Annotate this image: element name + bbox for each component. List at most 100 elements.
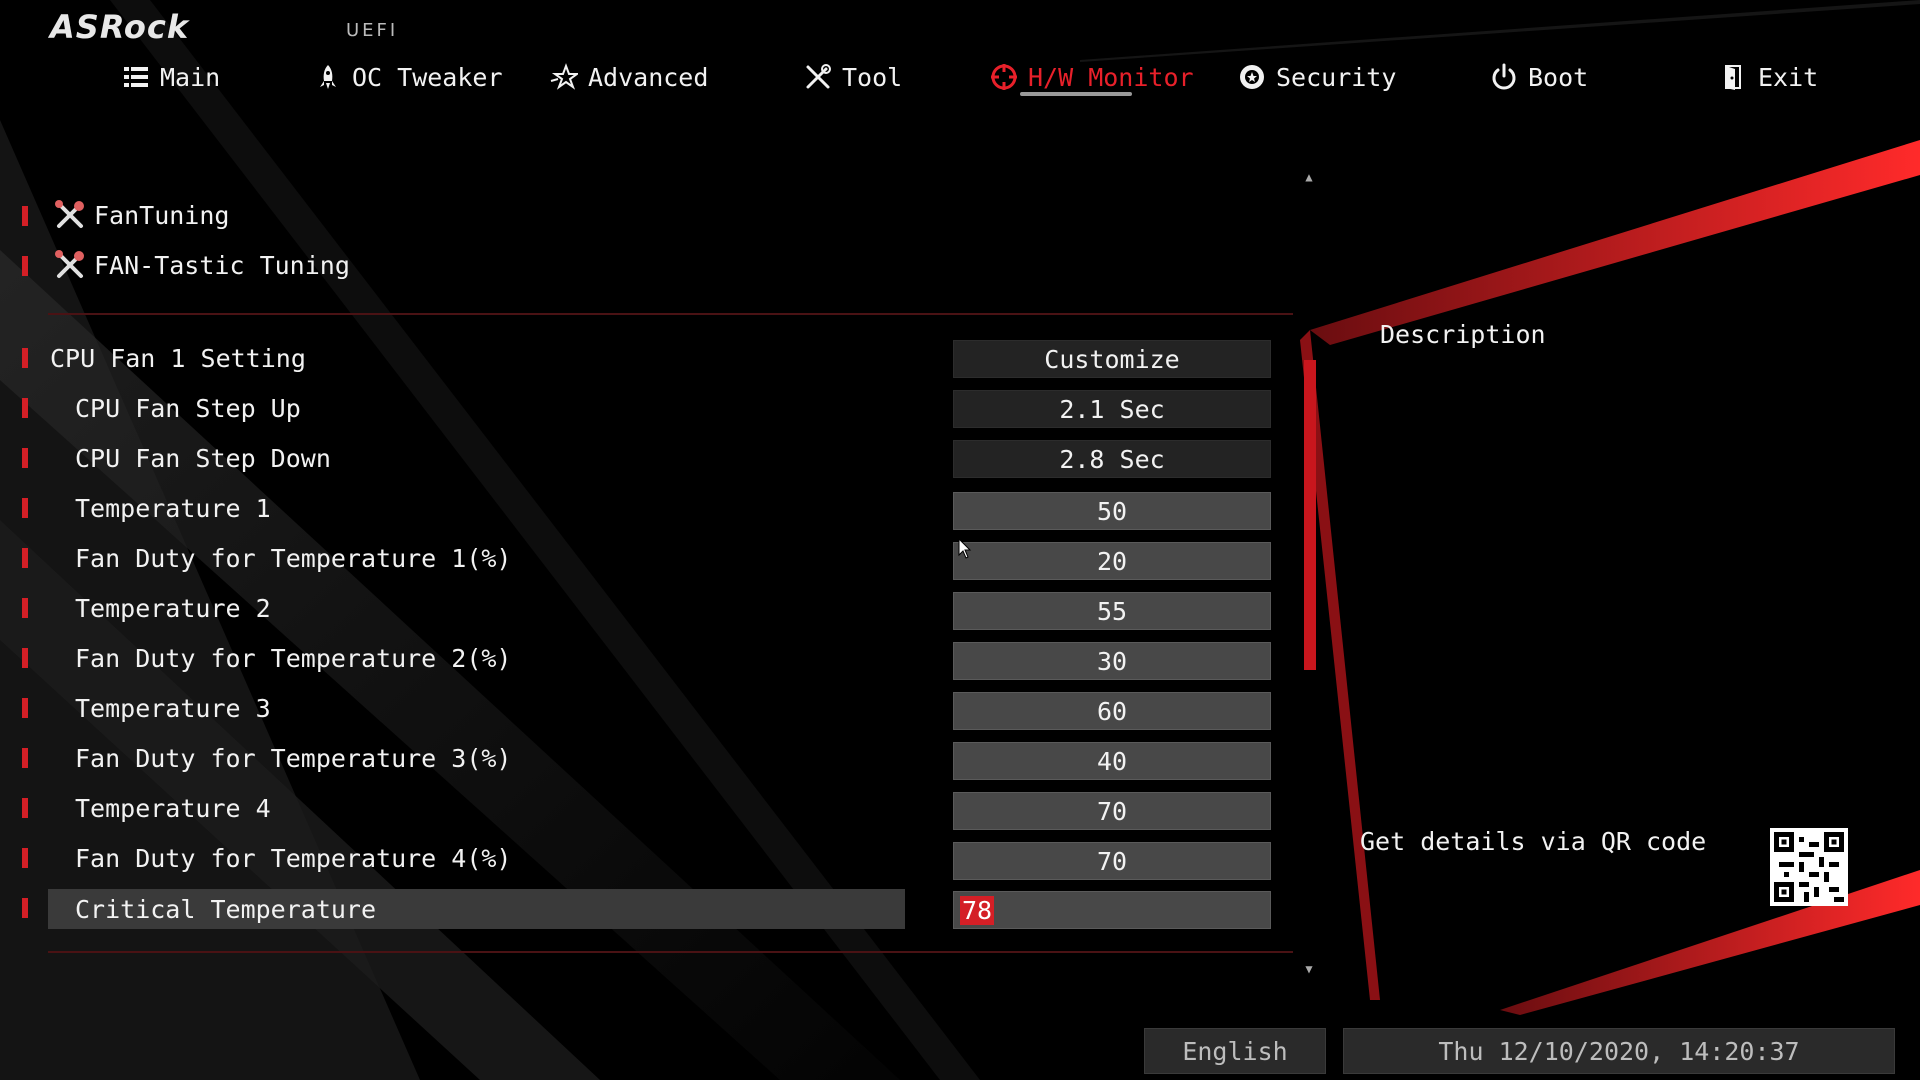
tab-exit[interactable]: Exit — [1720, 57, 1818, 97]
setting-fan-duty-2[interactable]: Fan Duty for Temperature 2(%) — [48, 638, 935, 678]
list-icon — [124, 67, 148, 87]
item-marker — [22, 648, 28, 668]
wrench-cross-icon — [55, 250, 84, 278]
value-temperature-1[interactable]: 50 — [953, 492, 1271, 530]
setting-temperature-4[interactable]: Temperature 4 — [48, 788, 935, 828]
item-marker — [22, 898, 28, 918]
item-marker — [22, 798, 28, 818]
setting-fan-duty-4[interactable]: Fan Duty for Temperature 4(%) — [48, 838, 935, 878]
tab-hw-monitor-label: H/W Monitor — [1028, 62, 1194, 92]
scrollbar-thumb[interactable] — [1304, 360, 1316, 670]
setting-label: CPU Fan 1 Setting — [50, 343, 306, 373]
tab-security[interactable]: Security — [1238, 57, 1396, 97]
submenu-label: FAN-Tastic Tuning — [94, 250, 350, 280]
item-marker — [22, 698, 28, 718]
value-fan-duty-3[interactable]: 40 — [953, 742, 1271, 780]
active-tab-indicator — [1020, 92, 1132, 96]
setting-label: Fan Duty for Temperature 1(%) — [75, 543, 512, 573]
item-marker — [22, 548, 28, 568]
tab-hw-monitor[interactable]: H/W Monitor — [990, 57, 1194, 97]
setting-label: Temperature 3 — [75, 693, 271, 723]
setting-value: 55 — [1096, 596, 1128, 626]
rocket-icon — [320, 65, 336, 89]
editing-value: 78 — [960, 895, 995, 925]
item-marker — [22, 206, 28, 226]
divider — [48, 951, 1293, 953]
value-critical-temperature-input[interactable]: 78 — [953, 891, 1271, 929]
value-temperature-4[interactable]: 70 — [953, 792, 1271, 830]
setting-cpu-fan-1[interactable]: CPU Fan 1 Setting — [48, 338, 910, 378]
item-marker — [22, 448, 28, 468]
value-cpu-fan-step-down[interactable]: 2.8 Sec — [953, 440, 1271, 478]
setting-value: 20 — [1096, 546, 1128, 576]
setting-fan-duty-1[interactable]: Fan Duty for Temperature 1(%) — [48, 538, 935, 578]
submenu-fan-tastic-tuning[interactable]: FAN-Tastic Tuning — [54, 245, 350, 285]
setting-value: 60 — [1096, 696, 1128, 726]
submenu-label: FanTuning — [94, 200, 230, 230]
value-temperature-2[interactable]: 55 — [953, 592, 1271, 630]
tab-tool[interactable]: Tool — [804, 57, 902, 97]
setting-label: Fan Duty for Temperature 4(%) — [75, 843, 512, 873]
qr-details-text: Get details via QR code — [1360, 827, 1707, 856]
setting-value: Customize — [1044, 344, 1180, 374]
item-marker — [22, 398, 28, 418]
setting-label: Critical Temperature — [75, 894, 377, 924]
target-icon — [991, 64, 1017, 90]
datetime-label: Thu 12/10/2020, 14:20:37 — [1438, 1036, 1800, 1066]
tab-oc-tweaker-label: OC Tweaker — [352, 62, 503, 92]
setting-label: Fan Duty for Temperature 2(%) — [75, 643, 512, 673]
qr-code-icon — [1770, 828, 1848, 906]
value-fan-duty-1[interactable]: 20 — [953, 542, 1271, 580]
value-temperature-3[interactable]: 60 — [953, 692, 1271, 730]
item-marker — [22, 256, 28, 276]
setting-label: Fan Duty for Temperature 3(%) — [75, 743, 512, 773]
item-marker — [22, 348, 28, 368]
setting-value: 2.1 Sec — [1059, 394, 1165, 424]
setting-critical-temperature[interactable]: Critical Temperature — [48, 889, 905, 929]
setting-label: CPU Fan Step Down — [75, 443, 331, 473]
value-fan-duty-4[interactable]: 70 — [953, 842, 1271, 880]
scroll-down-arrow-icon[interactable]: ▼ — [1302, 962, 1316, 976]
setting-temperature-2[interactable]: Temperature 2 — [48, 588, 935, 628]
tab-security-label: Security — [1276, 62, 1397, 92]
exit-door-icon — [1725, 65, 1741, 90]
setting-value: 40 — [1096, 746, 1128, 776]
setting-value: 30 — [1096, 646, 1128, 676]
tools-icon — [806, 64, 831, 89]
value-cpu-fan-1[interactable]: Customize — [953, 340, 1271, 378]
tab-advanced[interactable]: Advanced — [550, 57, 708, 97]
star-icon — [550, 63, 578, 90]
description-title: Description — [1380, 320, 1546, 349]
tab-oc-tweaker[interactable]: OC Tweaker — [314, 57, 503, 97]
setting-label: Temperature 1 — [75, 493, 271, 523]
asrock-logo: ASRock — [50, 8, 190, 46]
submenu-fantuning[interactable]: FanTuning — [54, 195, 229, 235]
shield-icon — [1240, 65, 1264, 89]
setting-temperature-3[interactable]: Temperature 3 — [48, 688, 935, 728]
setting-temperature-1[interactable]: Temperature 1 — [48, 488, 935, 528]
setting-fan-duty-3[interactable]: Fan Duty for Temperature 3(%) — [48, 738, 935, 778]
setting-cpu-fan-step-up[interactable]: CPU Fan Step Up — [48, 388, 935, 428]
tab-tool-label: Tool — [842, 62, 903, 92]
setting-label: Temperature 4 — [75, 793, 271, 823]
tab-exit-label: Exit — [1758, 62, 1819, 92]
wrench-cross-icon — [55, 200, 84, 228]
tab-boot-label: Boot — [1528, 62, 1589, 92]
value-cpu-fan-step-up[interactable]: 2.1 Sec — [953, 390, 1271, 428]
setting-value: 50 — [1096, 496, 1128, 526]
item-marker — [22, 748, 28, 768]
uefi-label: UEFI — [346, 20, 399, 41]
language-selector[interactable]: English — [1144, 1028, 1326, 1074]
item-marker — [22, 498, 28, 518]
setting-value: 70 — [1096, 796, 1128, 826]
scroll-up-arrow-icon[interactable]: ▲ — [1302, 170, 1316, 184]
tab-advanced-label: Advanced — [588, 62, 709, 92]
datetime-display: Thu 12/10/2020, 14:20:37 — [1343, 1028, 1895, 1074]
tab-boot[interactable]: Boot — [1490, 57, 1588, 97]
tab-main[interactable]: Main — [122, 57, 220, 97]
setting-cpu-fan-step-down[interactable]: CPU Fan Step Down — [48, 438, 935, 478]
value-fan-duty-2[interactable]: 30 — [953, 642, 1271, 680]
setting-label: Temperature 2 — [75, 593, 271, 623]
power-icon — [1492, 63, 1516, 90]
setting-value: 70 — [1096, 846, 1128, 876]
